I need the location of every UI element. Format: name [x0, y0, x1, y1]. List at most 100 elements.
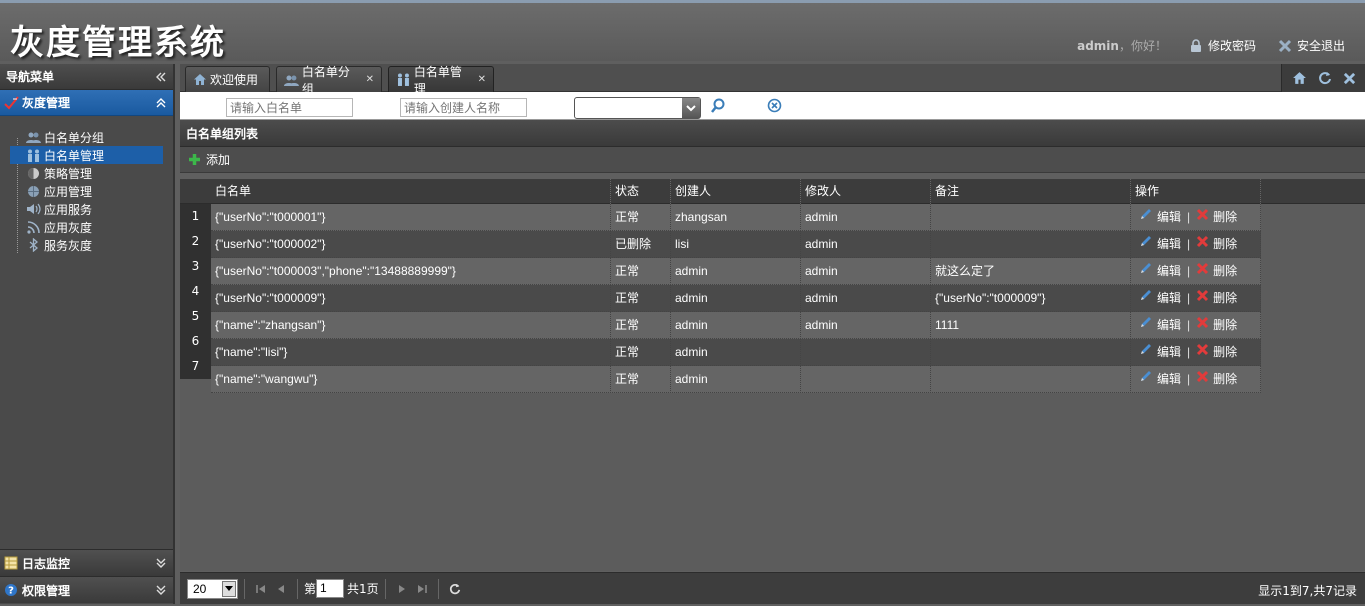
cell-remark	[931, 231, 1131, 258]
tab-close-icon[interactable]: ✕	[478, 74, 486, 85]
accordion-log-monitor[interactable]: 日志监控	[0, 549, 173, 576]
cell-actions: 编辑 | 删除	[1131, 285, 1261, 312]
table-row[interactable]: {"userNo":"t000001"} 正常 zhangsan admin 编辑 | 删除	[211, 204, 1261, 231]
creator-search-input[interactable]	[400, 98, 527, 117]
add-button[interactable]: 添加	[188, 151, 230, 168]
cell-whitelist: {"userNo":"t000001"}	[211, 204, 611, 231]
sidebar-item-whitelist-group[interactable]: 白名单分组	[10, 128, 163, 146]
col-header-creator[interactable]: 创建人	[671, 179, 801, 204]
row-number: 5	[180, 304, 211, 329]
row-number: 7	[180, 354, 211, 379]
change-password-link[interactable]: 修改密码	[1189, 37, 1256, 54]
delete-button[interactable]: 删除	[1196, 366, 1237, 393]
tab-whitelist-management[interactable]: 白名单管理 ✕	[388, 65, 494, 96]
cell-status: 正常	[611, 312, 671, 339]
delete-icon	[1196, 339, 1213, 366]
accordion-permission[interactable]: ? 权限管理	[0, 576, 173, 603]
sidebar-item-label: 策略管理	[44, 166, 93, 181]
edit-button[interactable]: 编辑	[1139, 339, 1181, 366]
edit-button[interactable]: 编辑	[1139, 285, 1181, 312]
table-row[interactable]: {"name":"lisi"} 正常 admin 编辑 | 删除	[211, 339, 1261, 366]
collapse-left-icon[interactable]	[155, 71, 167, 83]
home-icon[interactable]	[1292, 71, 1307, 85]
tab-welcome[interactable]: 欢迎使用	[185, 66, 270, 92]
edit-label: 编辑	[1157, 291, 1182, 305]
op-separator: |	[1187, 210, 1191, 224]
tab-close-icon[interactable]: ✕	[366, 74, 374, 85]
speaker-icon	[26, 202, 41, 216]
delete-button[interactable]: 删除	[1196, 231, 1237, 258]
col-header-status[interactable]: 状态	[611, 179, 671, 204]
delete-icon	[1196, 231, 1213, 258]
col-header-modifier[interactable]: 修改人	[801, 179, 931, 204]
chevron-down-double-icon	[156, 558, 166, 568]
clear-icon[interactable]	[767, 98, 782, 116]
delete-button[interactable]: 删除	[1196, 258, 1237, 285]
col-header-actions[interactable]: 操作	[1131, 179, 1261, 204]
row-number: 2	[180, 229, 211, 254]
col-header-whitelist[interactable]: 白名单	[211, 179, 611, 204]
delete-button[interactable]: 删除	[1196, 285, 1237, 312]
first-page-icon[interactable]	[251, 579, 271, 599]
delete-button[interactable]: 删除	[1196, 339, 1237, 366]
main-content: 欢迎使用 白名单分组 ✕ 白名单管理 ✕ 白名单组列表	[180, 64, 1365, 604]
rss-icon	[26, 220, 41, 234]
pencil-icon	[1139, 258, 1157, 285]
table-row[interactable]: {"userNo":"t000002"} 已删除 lisi admin 编辑 | 删除	[211, 231, 1261, 258]
nav-tree: 白名单分组 白名单管理 策略管理 应用管理 应用服务 应用灰度 服务灰度	[0, 116, 173, 254]
sidebar-item-service-gray[interactable]: 服务灰度	[10, 236, 163, 254]
row-number: 3	[180, 254, 211, 279]
search-icon[interactable]	[710, 98, 726, 117]
cell-actions: 编辑 | 删除	[1131, 204, 1261, 231]
edit-button[interactable]: 编辑	[1139, 204, 1181, 231]
edit-button[interactable]: 编辑	[1139, 312, 1181, 339]
sidebar-item-app-management[interactable]: 应用管理	[10, 182, 163, 200]
sidebar-item-strategy-management[interactable]: 策略管理	[10, 164, 163, 182]
divider	[297, 578, 298, 599]
table-row[interactable]: {"name":"wangwu"} 正常 admin 编辑 | 删除	[211, 366, 1261, 393]
delete-label: 删除	[1213, 264, 1238, 278]
cell-status: 正常	[611, 366, 671, 393]
refresh-icon[interactable]	[1318, 71, 1332, 85]
prev-page-icon[interactable]	[271, 579, 291, 599]
edit-button[interactable]: 编辑	[1139, 258, 1181, 285]
grid-header: 白名单 状态 创建人 修改人 备注 操作	[180, 179, 1365, 204]
refresh-icon[interactable]	[445, 579, 465, 599]
people-icon	[397, 73, 409, 86]
app-header: 灰度管理系统 admin ，你好！ 修改密码 安全退出	[0, 3, 1365, 63]
accordion-log-monitor-label: 日志监控	[22, 556, 71, 571]
cell-status: 正常	[611, 339, 671, 366]
table-icon	[4, 556, 18, 570]
cell-status: 已删除	[611, 231, 671, 258]
whitelist-search-input[interactable]	[226, 98, 353, 117]
sidebar-item-app-gray[interactable]: 应用灰度	[10, 218, 163, 236]
sidebar-item-app-service[interactable]: 应用服务	[10, 200, 163, 218]
delete-icon	[1196, 285, 1213, 312]
last-page-icon[interactable]	[412, 579, 432, 599]
sidebar-item-whitelist-management[interactable]: 白名单管理	[10, 146, 163, 164]
close-icon[interactable]	[1343, 72, 1356, 85]
total-pages: 共1页	[347, 582, 379, 596]
page-size-select[interactable]: 20	[187, 578, 238, 599]
logout-link[interactable]: 安全退出	[1278, 37, 1345, 54]
tab-whitelist-group[interactable]: 白名单分组 ✕	[276, 65, 382, 96]
delete-button[interactable]: 删除	[1196, 204, 1237, 231]
table-row[interactable]: {"name":"zhangsan"} 正常 admin admin 1111 编辑 | 删除	[211, 312, 1261, 339]
pagination-info: 显示1到7,共7记录	[1258, 584, 1357, 598]
status-select[interactable]	[574, 97, 701, 119]
accordion-gray-management[interactable]: 灰度管理	[0, 90, 173, 116]
next-page-icon[interactable]	[392, 579, 412, 599]
add-label: 添加	[206, 153, 231, 167]
delete-button[interactable]: 删除	[1196, 312, 1237, 339]
delete-label: 删除	[1213, 291, 1238, 305]
edit-button[interactable]: 编辑	[1139, 231, 1181, 258]
edit-button[interactable]: 编辑	[1139, 366, 1181, 393]
col-header-remark[interactable]: 备注	[931, 179, 1131, 204]
close-icon	[1278, 39, 1292, 52]
table-row[interactable]: {"userNo":"t000009"} 正常 admin admin {"userNo…	[211, 285, 1261, 312]
delete-icon	[1196, 366, 1213, 393]
sidebar-title: 导航菜单	[6, 70, 55, 84]
page-number-input[interactable]: 1	[316, 579, 345, 598]
table-row[interactable]: {"userNo":"t000003","phone":"13488889999…	[211, 258, 1261, 285]
cell-creator: lisi	[671, 231, 801, 258]
